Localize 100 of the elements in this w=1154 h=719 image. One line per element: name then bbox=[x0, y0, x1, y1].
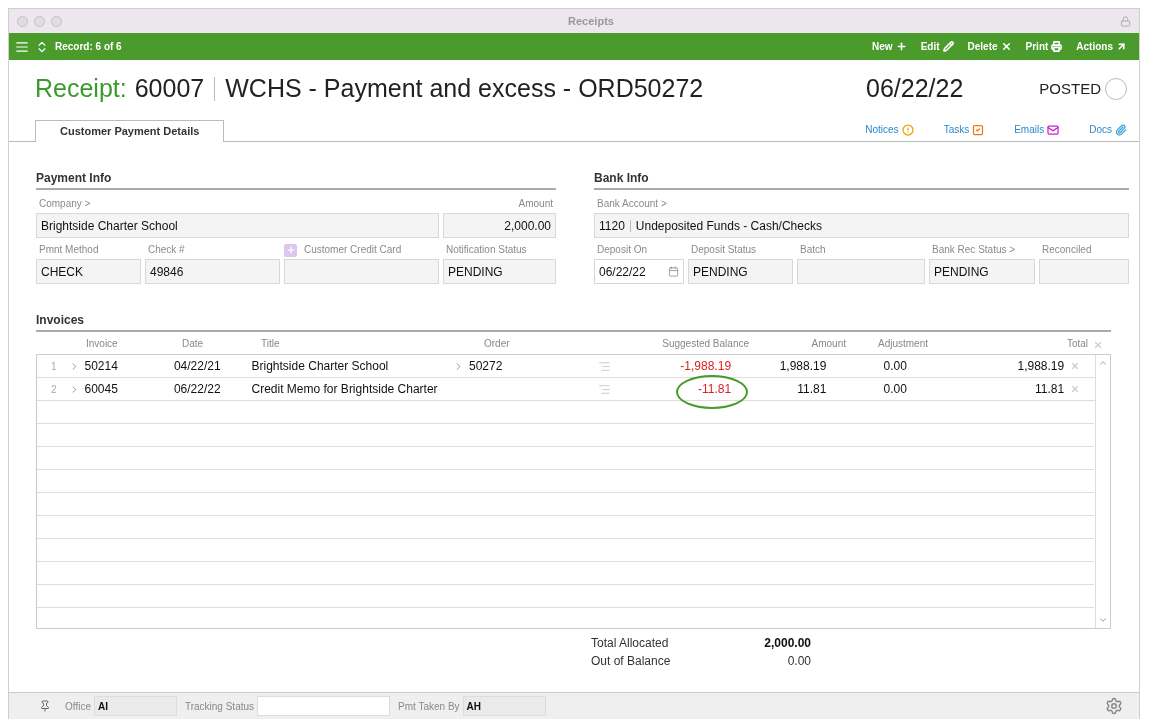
input-field[interactable] bbox=[284, 259, 439, 284]
link[interactable]: Tasks bbox=[943, 122, 985, 137]
window-title: Receipts bbox=[567, 13, 615, 29]
total-value: 0.00 bbox=[786, 654, 811, 668]
calendar-icon[interactable] bbox=[668, 266, 679, 277]
table-cell-text: 11.81 bbox=[1034, 381, 1065, 398]
scrollbar[interactable] bbox=[1095, 355, 1110, 628]
input-field[interactable]: AH bbox=[462, 696, 546, 716]
table-cell-text: 50214 bbox=[83, 358, 119, 375]
close-icon[interactable] bbox=[1070, 361, 1080, 371]
plus-icon bbox=[895, 41, 907, 52]
field-value: AI bbox=[97, 699, 108, 714]
record-label: Receipt: bbox=[35, 73, 127, 105]
input-field[interactable]: 2,000.00 bbox=[443, 213, 556, 238]
column-header: Suggested Balance bbox=[661, 337, 749, 351]
column-header: Amount bbox=[810, 337, 846, 351]
lines-icon[interactable] bbox=[598, 382, 612, 396]
field-value: Brightside Charter School bbox=[41, 217, 178, 235]
mail-icon bbox=[1047, 123, 1060, 136]
paperclip-icon bbox=[1115, 123, 1127, 136]
link[interactable]: Notices bbox=[865, 122, 914, 137]
window-control[interactable] bbox=[34, 15, 45, 27]
input-field[interactable]: CHECK bbox=[36, 259, 141, 284]
field-label: Company > bbox=[38, 199, 92, 209]
input-field[interactable]: 1120 Undeposited Funds - Cash/Checks bbox=[594, 213, 1129, 238]
table-cell-text: Brightside Charter School bbox=[251, 358, 390, 375]
printer-icon bbox=[1051, 41, 1063, 52]
input-field[interactable]: PENDING bbox=[929, 259, 1035, 284]
field-label: Deposit On bbox=[596, 245, 649, 255]
row-number: 2 bbox=[50, 382, 57, 397]
toolbar-button[interactable]: Delete bbox=[967, 39, 1012, 54]
total-label: Total Allocated bbox=[591, 636, 670, 650]
input-field[interactable]: 06/22/22 bbox=[594, 259, 684, 284]
link[interactable]: Docs bbox=[1089, 122, 1127, 137]
tab[interactable]: Customer Payment Details bbox=[35, 120, 225, 142]
record-counter: Record: 6 of 6 bbox=[55, 40, 122, 54]
window-control[interactable] bbox=[17, 15, 28, 27]
table-cell-text: 11.81 bbox=[796, 381, 827, 398]
status-label: POSTED bbox=[1039, 78, 1101, 99]
input-field[interactable] bbox=[257, 696, 391, 716]
field-label: Pmnt Method bbox=[38, 245, 100, 255]
settings-icon[interactable] bbox=[1105, 697, 1123, 715]
scroll-down-icon bbox=[1098, 615, 1108, 625]
field-label: Bank Rec Status > bbox=[931, 245, 1017, 255]
table-cell-text: 06/22/22 bbox=[173, 381, 222, 398]
table-cell-text: 1,988.19 bbox=[1016, 358, 1065, 375]
field-label: Pmt Taken By bbox=[398, 699, 460, 714]
field-label: Notification Status bbox=[445, 245, 528, 255]
field-value: PENDING bbox=[693, 263, 748, 281]
pencil-icon bbox=[942, 41, 954, 52]
close-icon[interactable] bbox=[1070, 384, 1080, 394]
link[interactable]: Emails bbox=[1014, 122, 1060, 137]
section-title: Invoices bbox=[36, 314, 86, 329]
row-number: 1 bbox=[50, 359, 57, 374]
total-label: Out of Balance bbox=[591, 654, 672, 668]
total-value: 2,000.00 bbox=[763, 636, 811, 650]
account-number: 1120 bbox=[599, 217, 625, 235]
menu-icon[interactable] bbox=[15, 39, 29, 54]
record-date: 06/22/22 bbox=[866, 73, 964, 105]
input-field[interactable] bbox=[797, 259, 925, 284]
section-title: Bank Info bbox=[594, 172, 650, 187]
input-field[interactable]: PENDING bbox=[443, 259, 556, 284]
window-control[interactable] bbox=[51, 15, 62, 27]
input-field[interactable]: Brightside Charter School bbox=[36, 213, 439, 238]
record-title: WCHS - Payment and excess - ORD50272 bbox=[225, 73, 704, 105]
checkbox-icon bbox=[972, 123, 985, 136]
toolbar-button[interactable]: Edit bbox=[920, 39, 954, 54]
field-label: Batch bbox=[799, 245, 827, 255]
toolbar-button[interactable]: Print bbox=[1025, 39, 1063, 54]
field-label: Bank Account > bbox=[596, 199, 668, 209]
lock-icon bbox=[1120, 15, 1131, 27]
input-field[interactable]: 49846 bbox=[145, 259, 280, 284]
column-header: Title bbox=[261, 337, 281, 351]
input-field[interactable]: AI bbox=[93, 696, 177, 716]
table-cell-text: 0.00 bbox=[882, 381, 907, 398]
toolbar-button[interactable]: Actions bbox=[1076, 39, 1127, 54]
field-label: Tracking Status bbox=[184, 699, 255, 714]
lines-icon[interactable] bbox=[598, 359, 612, 373]
arrow-icon bbox=[1116, 41, 1127, 52]
section-title: Payment Info bbox=[36, 172, 113, 187]
table-cell-text: Credit Memo for Brightside Charter bbox=[251, 381, 439, 398]
close-icon[interactable] bbox=[1093, 340, 1103, 350]
pin-icon[interactable] bbox=[39, 700, 51, 712]
scroll-up-icon bbox=[1098, 358, 1108, 368]
field-value: AH bbox=[466, 699, 481, 714]
table-cell-text: 50272 bbox=[468, 358, 503, 375]
field-value: 49846 bbox=[150, 263, 184, 281]
field-value: CHECK bbox=[41, 263, 83, 281]
account-name: Undeposited Funds - Cash/Checks bbox=[635, 217, 822, 235]
alert-icon bbox=[901, 123, 914, 136]
toolbar-button[interactable]: New bbox=[872, 39, 907, 54]
field-value: PENDING bbox=[934, 263, 989, 281]
record-number: 60007 bbox=[134, 73, 205, 105]
field-label: Amount bbox=[517, 199, 554, 209]
input-field[interactable] bbox=[1039, 259, 1129, 284]
input-field[interactable]: PENDING bbox=[688, 259, 793, 284]
add-icon[interactable] bbox=[284, 243, 297, 257]
field-value: 06/22/22 bbox=[599, 263, 646, 281]
column-header: Date bbox=[182, 337, 205, 351]
status-toggle[interactable] bbox=[1105, 78, 1127, 100]
